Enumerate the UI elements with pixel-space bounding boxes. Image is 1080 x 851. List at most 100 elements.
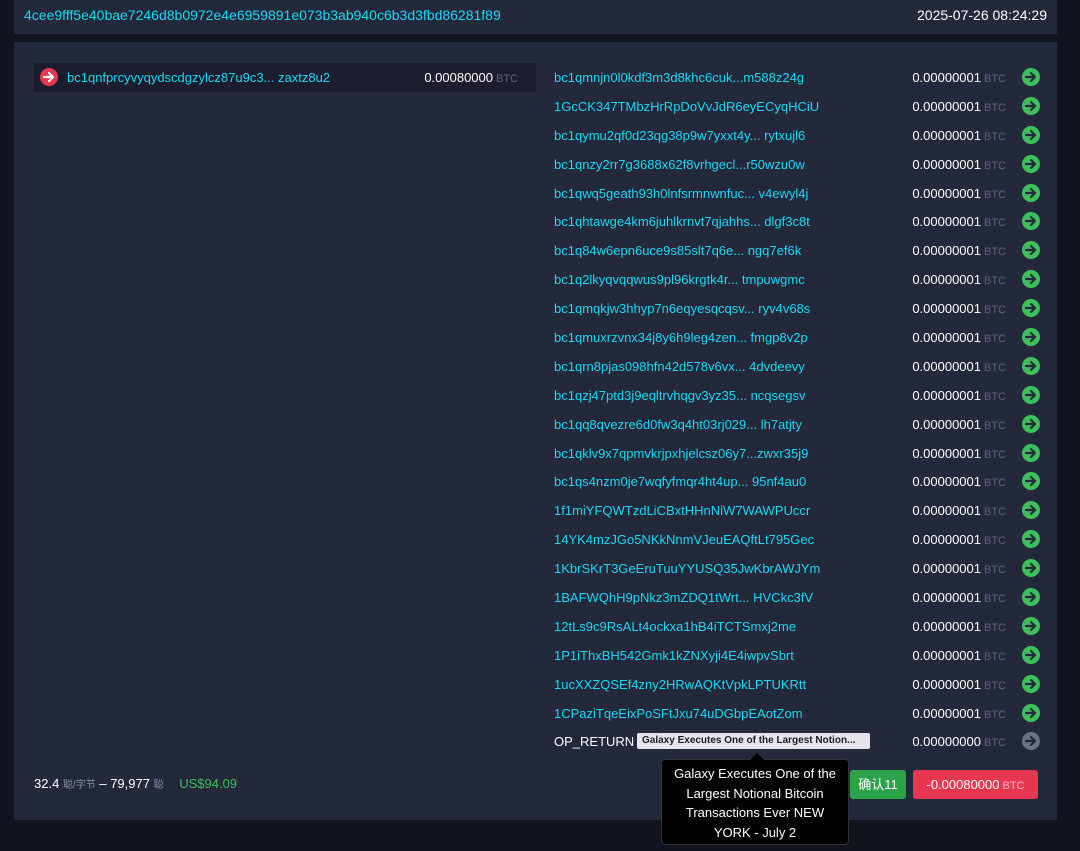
net-amount-value: -0.00080000 xyxy=(926,777,1000,792)
output-amount: 0.00000001 BTC xyxy=(912,590,1006,605)
output-amount-value: 0.00000001 xyxy=(912,387,981,403)
output-amount-unit: BTC xyxy=(984,188,1006,201)
arrow-right-icon[interactable] xyxy=(1022,443,1040,462)
output-amount: 0.00000001 BTC xyxy=(912,706,1006,721)
output-row: 1KbrSKrT3GeEruTuuYYUSQ35JwKbrAWJYm 0.0000… xyxy=(553,554,1043,583)
output-address-link[interactable]: bc1qnzy2rr7g3688x62f8vrhgecl...r50wzu0w xyxy=(554,157,805,172)
output-address-link[interactable]: bc1q2lkyqvqqwus9pl96krgtk4r... tmpuwgmc xyxy=(554,272,805,287)
output-row: bc1qnzy2rr7g3688x62f8vrhgecl...r50wzu0w 0… xyxy=(553,150,1043,179)
arrow-right-icon[interactable] xyxy=(1022,356,1040,375)
output-address-link[interactable]: 12tLs9c9RsALt4ockxa1hB4iTCTSmxj2me xyxy=(554,619,796,634)
arrow-right-icon[interactable] xyxy=(1022,385,1040,404)
output-row: 1BAFWQhH9pNkz3mZDQ1tWrt... HVCkc3fV 0.000… xyxy=(553,583,1043,612)
output-address-link[interactable]: 1ucXXZQSEf4zny2HRwAQKtVpkLPTUKRtt xyxy=(554,677,806,692)
output-amount: 0.00000001 BTC xyxy=(912,532,1006,547)
output-amount-unit: BTC xyxy=(984,159,1006,172)
output-address-link[interactable]: bc1qmnjn0l0kdf3m3d8khc6cuk...m588z24g xyxy=(554,70,804,85)
output-address-link[interactable]: 1f1miYFQWTzdLiCBxtHHnNiW7WAWPUccr xyxy=(554,503,810,518)
output-amount: 0.00000001 BTC xyxy=(912,243,1006,258)
op-return-row: OP_RETURN Galaxy Executes One of the Lar… xyxy=(553,727,1043,756)
output-amount: 0.00000001 BTC xyxy=(912,388,1006,403)
output-amount-value: 0.00000001 xyxy=(912,532,981,548)
arrow-right-icon[interactable] xyxy=(1022,645,1040,664)
arrow-right-icon[interactable] xyxy=(1022,703,1040,722)
arrow-right-icon[interactable] xyxy=(1022,559,1040,578)
arrow-right-icon[interactable] xyxy=(1022,501,1040,520)
input-address-link[interactable]: bc1qnfprcyvyqydscdgzylcz87u9c3... zaxtz8… xyxy=(67,70,330,85)
output-row: bc1qmnjn0l0kdf3m3d8khc6cuk...m588z24g 0.0… xyxy=(553,63,1043,92)
net-amount-unit: BTC xyxy=(1002,780,1025,792)
output-address-link[interactable]: bc1qmqkjw3hhyp7n6eqyesqcqsv... ryv4v68s xyxy=(554,301,810,316)
output-row: bc1qzj47ptd3j9eqltrvhqgv3yz35... ncqsegs… xyxy=(553,381,1043,410)
output-address-link[interactable]: bc1qhtawge4km6juhlkrnvt7qjahhs... dlgf3c… xyxy=(554,214,810,229)
output-amount-value: 0.00000001 xyxy=(912,185,981,201)
op-return-amount-unit: BTC xyxy=(984,737,1006,750)
arrow-right-icon[interactable] xyxy=(1022,588,1040,607)
output-address-link[interactable]: bc1qwq5geath93h0lnfsrmnwnfuc... v4ewyl4j xyxy=(554,186,808,201)
output-address-link[interactable]: 1CPaziTqeEixPoSFtJxu74uDGbpEAotZom xyxy=(554,706,803,721)
output-address-link[interactable]: bc1qrn8pjas098hfn42d578v6vx... 4dvdeevy xyxy=(554,359,805,374)
output-amount: 0.00000001 BTC xyxy=(912,128,1006,143)
output-address-link[interactable]: bc1qklv9x7qpmvkrjpxhjelcsz06y7...zwxr35j… xyxy=(554,446,808,461)
output-row: bc1qs4nzm0je7wqfyfmqr4ht4up... 95nf4au0 0… xyxy=(553,467,1043,496)
output-amount-unit: BTC xyxy=(984,564,1006,577)
output-address-link[interactable]: bc1qq8qvezre6d0fw3q4ht03rj029... lh7atjt… xyxy=(554,417,802,432)
output-amount-value: 0.00000001 xyxy=(912,647,981,663)
output-row: bc1q2lkyqvqqwus9pl96krgtk4r... tmpuwgmc 0… xyxy=(553,265,1043,294)
output-row: bc1qmqkjw3hhyp7n6eqyesqcqsv... ryv4v68s 0… xyxy=(553,294,1043,323)
arrow-right-icon[interactable] xyxy=(1022,68,1040,86)
arrow-right-icon[interactable] xyxy=(1022,616,1040,635)
confirmations-button[interactable]: 确认11 xyxy=(850,770,906,799)
fee-separator: – xyxy=(95,776,111,791)
arrow-right-icon[interactable] xyxy=(1022,674,1040,693)
output-address-link[interactable]: 1BAFWQhH9pNkz3mZDQ1tWrt... HVCkc3fV xyxy=(554,590,813,605)
output-address-link[interactable]: 1P1iThxBH542Gmk1kZNXyji4E4iwpvSbrt xyxy=(554,648,794,663)
arrow-right-icon[interactable] xyxy=(1022,125,1040,144)
arrow-right-icon[interactable] xyxy=(1022,154,1040,173)
output-row: bc1qhtawge4km6juhlkrnvt7qjahhs... dlgf3c… xyxy=(553,207,1043,236)
arrow-right-icon[interactable] xyxy=(1022,241,1040,260)
output-amount: 0.00000001 BTC xyxy=(912,186,1006,201)
net-amount-button[interactable]: -0.00080000 BTC xyxy=(913,770,1038,799)
arrow-right-icon[interactable] xyxy=(1022,96,1040,115)
arrow-right-icon[interactable] xyxy=(1022,530,1040,549)
arrow-right-icon[interactable] xyxy=(1022,212,1040,231)
output-amount-value: 0.00000001 xyxy=(912,70,981,85)
output-address-link[interactable]: bc1q84w6epn6uce9s85slt7q6e... ngq7ef6k xyxy=(554,243,801,258)
output-address-link[interactable]: 1GcCK347TMbzHrRpDoVvJdR6eyECyqHCiU xyxy=(554,99,819,114)
output-amount-unit: BTC xyxy=(984,304,1006,317)
output-row: bc1qymu2qf0d23qg38p9w7yxxt4y... rytxujl6… xyxy=(553,121,1043,150)
arrow-right-icon[interactable] xyxy=(1022,299,1040,318)
op-return-message[interactable]: Galaxy Executes One of the Largest Notio… xyxy=(637,733,870,750)
output-amount-unit: BTC xyxy=(984,390,1006,403)
output-address-link[interactable]: bc1qzj47ptd3j9eqltrvhqgv3yz35... ncqsegs… xyxy=(554,388,806,403)
output-amount: 0.00000001 BTC xyxy=(912,561,1006,576)
output-amount-value: 0.00000001 xyxy=(912,98,981,114)
fee-usd: US$94.09 xyxy=(179,776,238,791)
output-amount-value: 0.00000001 xyxy=(912,416,981,432)
output-amount: 0.00000001 BTC xyxy=(912,446,1006,461)
output-amount-value: 0.00000001 xyxy=(912,358,981,374)
arrow-right-icon[interactable] xyxy=(1022,270,1040,289)
output-row: bc1qq8qvezre6d0fw3q4ht03rj029... lh7atjt… xyxy=(553,410,1043,439)
output-amount: 0.00000001 BTC xyxy=(912,648,1006,663)
arrow-right-icon[interactable] xyxy=(40,68,58,86)
transaction-panel: bc1qnfprcyvyqydscdgzylcz87u9c3... zaxtz8… xyxy=(14,42,1057,820)
output-amount-unit: BTC xyxy=(984,361,1006,374)
output-amount-value: 0.00000001 xyxy=(912,561,981,577)
arrow-right-icon[interactable] xyxy=(1022,414,1040,433)
output-amount-unit: BTC xyxy=(984,506,1006,519)
output-amount: 0.00000001 BTC xyxy=(912,70,1006,85)
output-amount-value: 0.00000001 xyxy=(912,156,981,172)
output-address-link[interactable]: bc1qs4nzm0je7wqfyfmqr4ht4up... 95nf4au0 xyxy=(554,474,806,489)
arrow-right-icon[interactable] xyxy=(1022,472,1040,491)
output-address-link[interactable]: bc1qmuxrzvnx34j8y6h9leg4zen... fmgp8v2p xyxy=(554,330,808,345)
output-amount: 0.00000001 BTC xyxy=(912,157,1006,172)
output-address-link[interactable]: 1KbrSKrT3GeEruTuuYYUSQ35JwKbrAWJYm xyxy=(554,561,820,576)
output-address-link[interactable]: bc1qymu2qf0d23qg38p9w7yxxt4y... rytxujl6 xyxy=(554,128,805,143)
op-return-amount-value: 0.00000000 xyxy=(912,734,981,750)
arrow-right-icon[interactable] xyxy=(1022,183,1040,202)
arrow-right-icon[interactable] xyxy=(1022,328,1040,347)
output-address-link[interactable]: 14YK4mzJGo5NKkNnmVJeuEAQftLt795Gec xyxy=(554,532,814,547)
transaction-id-link[interactable]: 4cee9fff5e40bae7246d8b0972e4e6959891e073… xyxy=(24,7,501,23)
